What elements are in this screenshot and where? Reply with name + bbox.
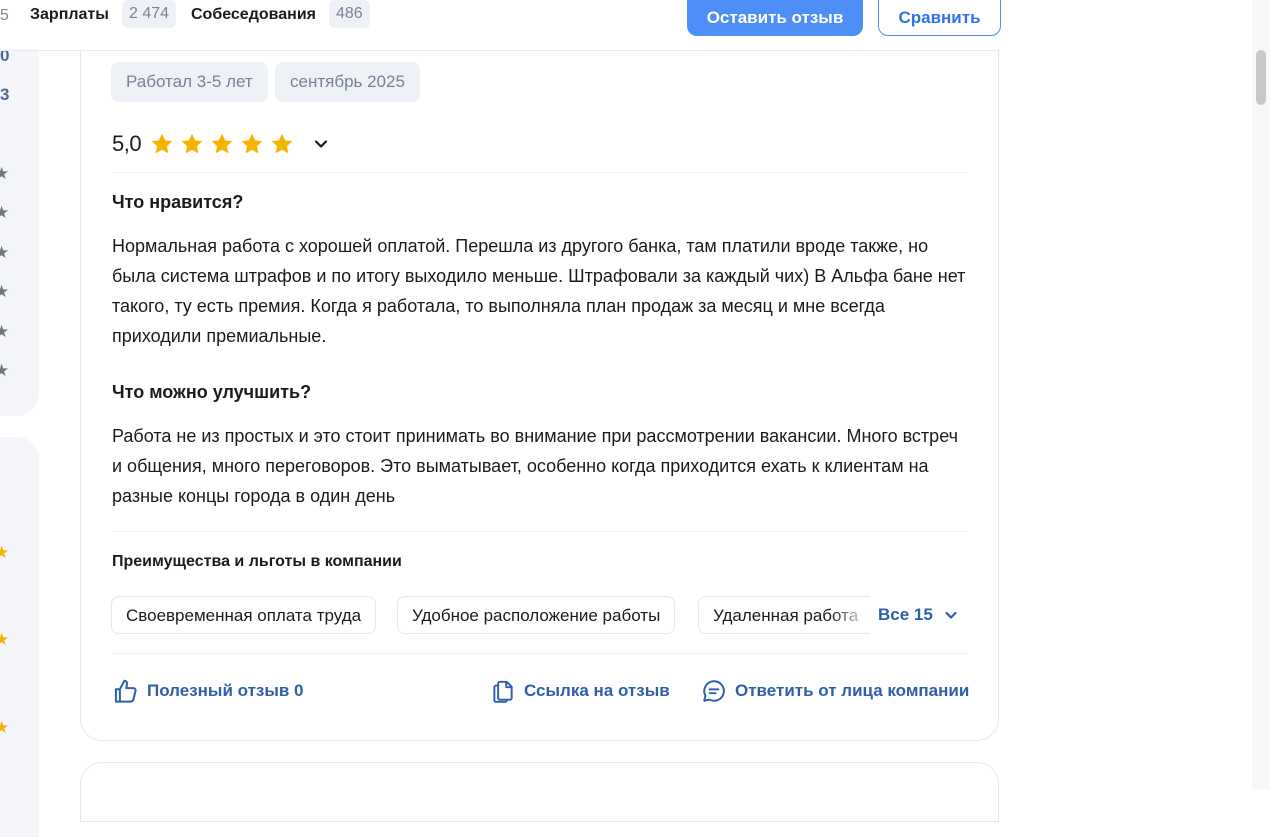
- benefit-chip: Своевременная оплата труда: [111, 596, 377, 634]
- compare-button[interactable]: Сравнить: [878, 0, 1001, 36]
- date-tag: сентябрь 2025: [275, 62, 420, 102]
- company-tabs-bar: 5 Зарплаты 2 474 Собеседования 486 Остав…: [0, 0, 1001, 51]
- scrollbar-thumb[interactable]: [1256, 50, 1266, 105]
- helpful-label: Полезный отзыв 0: [147, 681, 304, 700]
- tab-salaries[interactable]: Зарплаты: [30, 3, 109, 27]
- tenure-tag: Работал 3-5 лет: [111, 62, 268, 102]
- interviews-count-badge: 486: [329, 0, 370, 28]
- benefit-fade: [830, 597, 870, 633]
- star-icon: ★: [0, 164, 10, 183]
- reply-as-company-button[interactable]: Ответить от лица компании: [701, 677, 969, 705]
- star-icon: [181, 133, 203, 154]
- likes-heading: Что нравится?: [112, 192, 244, 212]
- show-all-benefits-link[interactable]: Все 15: [878, 605, 959, 625]
- likes-text: Нормальная работа с хорошей оплатой. Пер…: [112, 236, 966, 346]
- divider: [112, 653, 968, 654]
- sidebar-count: 3: [0, 85, 10, 104]
- thumbs-up-icon: [114, 679, 137, 703]
- star-icon: [151, 133, 173, 154]
- tab-interviews[interactable]: Собеседования: [191, 3, 316, 27]
- improve-heading: Что можно улучшить?: [112, 382, 312, 402]
- star-icon: ★: [0, 543, 10, 562]
- star-icon: ★: [0, 718, 10, 737]
- helpful-button[interactable]: Полезный отзыв 0: [112, 677, 304, 705]
- copy-link-label: Ссылка на отзыв: [524, 681, 670, 700]
- copy-link-button[interactable]: Ссылка на отзыв: [490, 677, 670, 705]
- benefit-chip: Удобное расположение работы: [397, 596, 676, 634]
- star-icon: ★: [0, 243, 10, 262]
- star-icon: ★: [0, 282, 10, 301]
- chevron-down-icon: [945, 611, 957, 619]
- star-icon: ★: [0, 203, 10, 222]
- star-icon: ★: [0, 361, 10, 380]
- scrollbar-track[interactable]: [1252, 0, 1270, 789]
- star-icon: ★: [0, 322, 10, 341]
- reply-as-company-label: Ответить от лица компании: [735, 681, 970, 700]
- improve-text: Работа не из простых и это стоит принима…: [112, 426, 958, 506]
- copy-link-icon: [493, 680, 513, 703]
- star-icon: [241, 133, 263, 154]
- rating-value: 5,0: [112, 131, 142, 156]
- next-review-card: [80, 762, 999, 822]
- chevron-down-icon[interactable]: [311, 134, 331, 154]
- star-icon: [211, 133, 233, 154]
- salaries-count-badge: 2 474: [122, 0, 177, 28]
- benefits-heading: Преимущества и льготы в компании: [112, 553, 402, 570]
- star-icon: ★: [0, 630, 10, 649]
- divider: [112, 172, 968, 173]
- divider: [112, 531, 968, 532]
- leave-review-button[interactable]: Оставить отзыв: [687, 0, 863, 36]
- tab-count-partial: 5: [0, 7, 9, 24]
- show-all-benefits-label: Все 15: [878, 605, 933, 624]
- star-icon: [271, 133, 293, 154]
- review-rating: 5,0: [112, 128, 331, 160]
- chat-bubble-icon: [703, 680, 725, 702]
